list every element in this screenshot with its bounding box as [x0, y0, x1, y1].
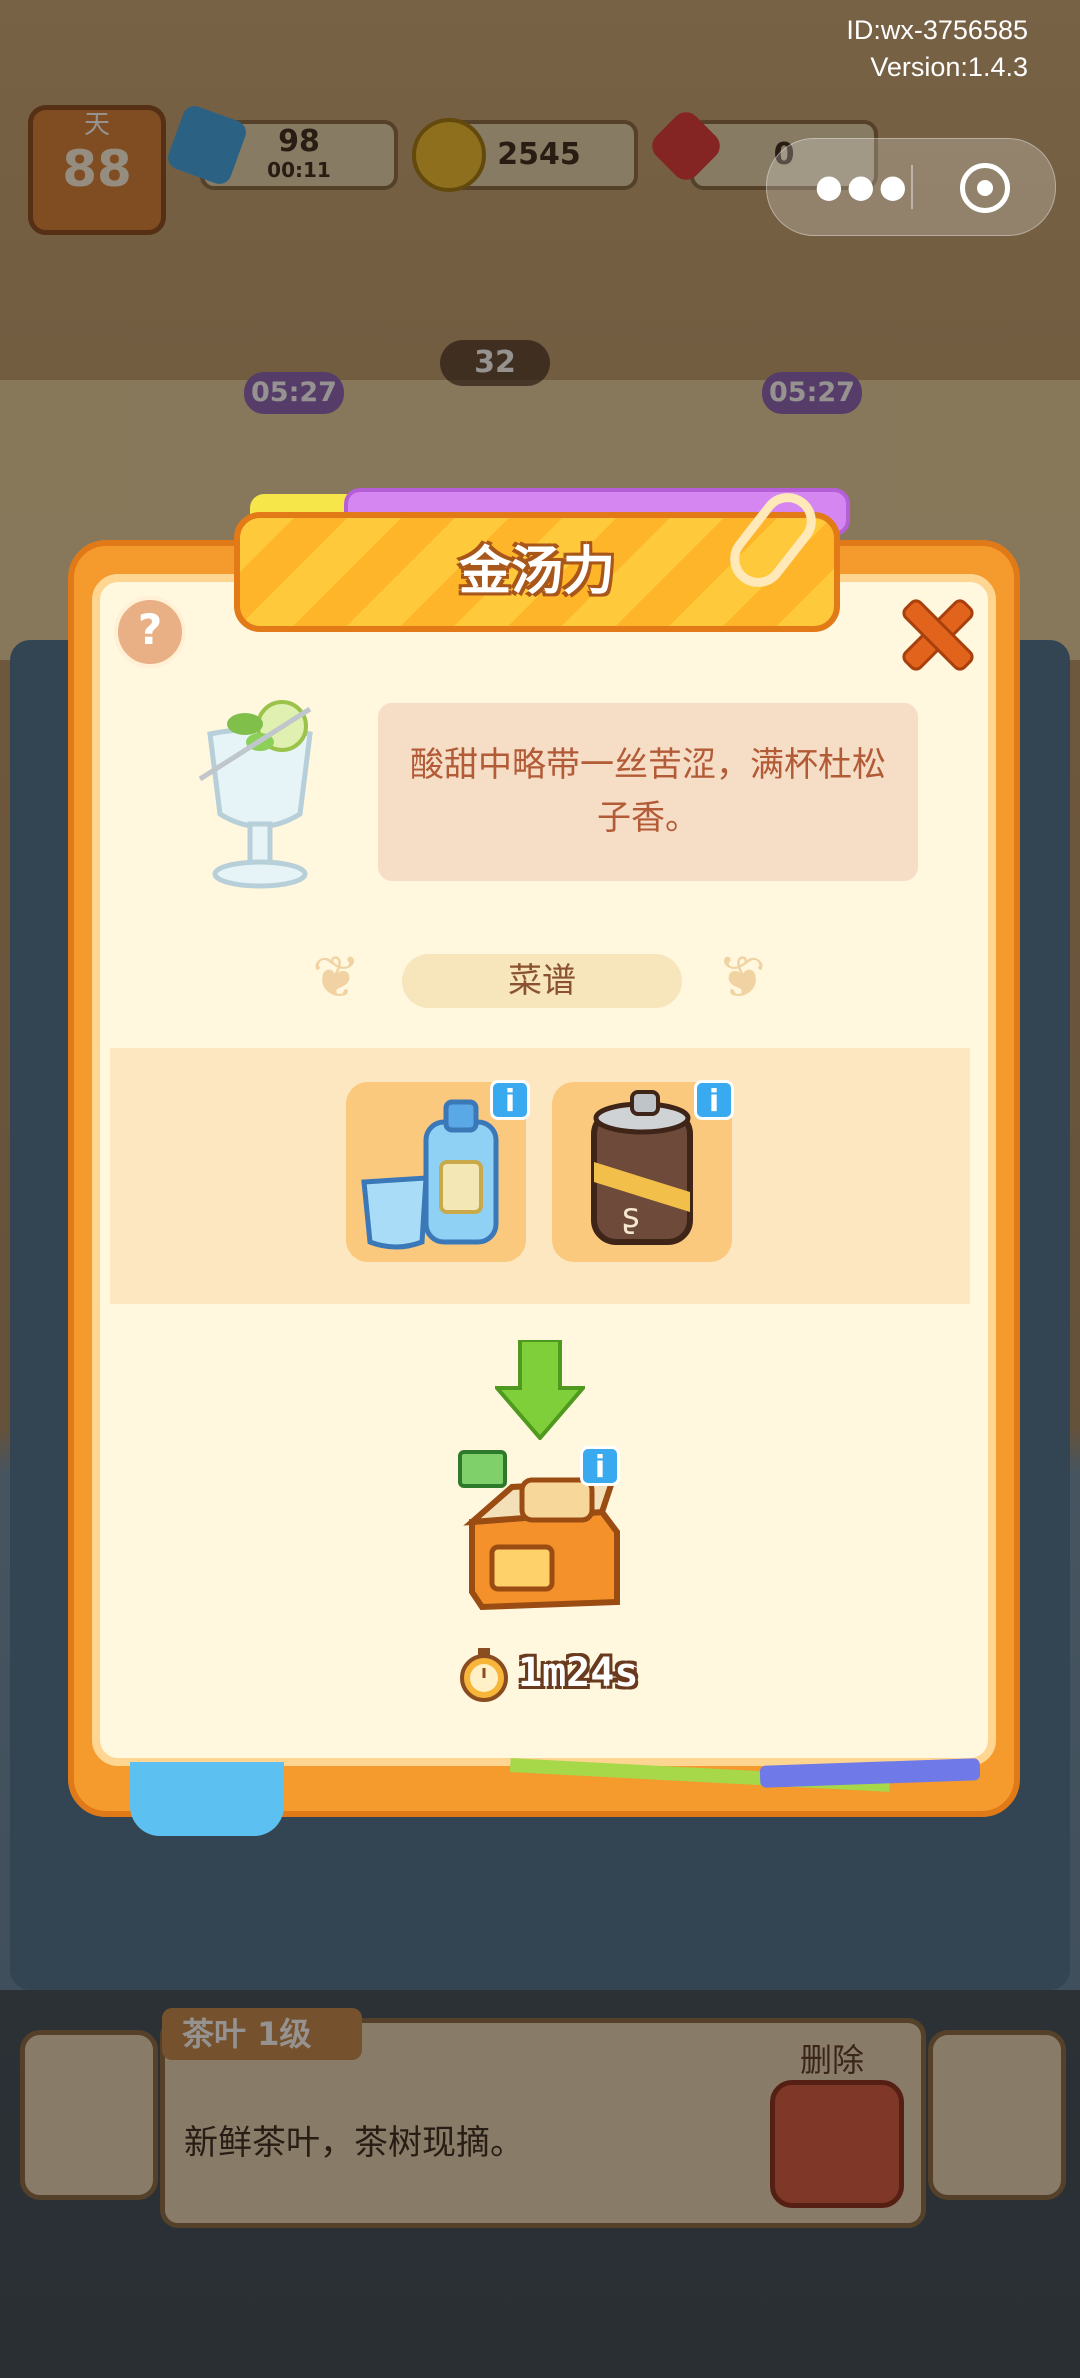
stopwatch-icon — [460, 1648, 508, 1702]
ornament-right-icon: ❦ — [717, 943, 766, 1011]
decor-tab-blue — [130, 1762, 284, 1836]
info-badge-station[interactable]: i — [580, 1446, 620, 1486]
build-info: ID:wx-3756585 Version:1.4.3 — [846, 12, 1028, 86]
ornament-left-icon: ❦ — [312, 943, 361, 1011]
gin-tonic-drink-icon — [198, 700, 313, 889]
build-version: Version:1.4.3 — [870, 52, 1028, 82]
ingredients-row — [110, 1048, 970, 1304]
svg-text:ʂ: ʂ — [622, 1196, 640, 1236]
miniprogram-capsule[interactable]: ●●● — [766, 138, 1056, 236]
info-badge-tonic[interactable]: i — [694, 1080, 734, 1120]
close-miniprogram-icon[interactable] — [960, 163, 1010, 213]
capsule-divider — [911, 165, 913, 209]
recipe-label: 菜谱 — [402, 954, 682, 1008]
description-bubble: 酸甜中略带一丝苦涩，满杯杜松子香。 — [378, 703, 918, 881]
close-icon[interactable] — [898, 596, 977, 674]
build-id: ID:wx-3756585 — [846, 15, 1028, 45]
help-button[interactable]: ? — [114, 596, 186, 668]
cook-time: 1m24s — [518, 1650, 639, 1696]
arrow-down-icon — [495, 1340, 585, 1440]
more-menu-icon[interactable]: ●●● — [815, 167, 911, 205]
drink-description: 酸甜中略带一丝苦涩，满杯杜松子香。 — [410, 745, 886, 838]
bottom-dim — [0, 1990, 1080, 2378]
info-badge-gin[interactable]: i — [490, 1080, 530, 1120]
